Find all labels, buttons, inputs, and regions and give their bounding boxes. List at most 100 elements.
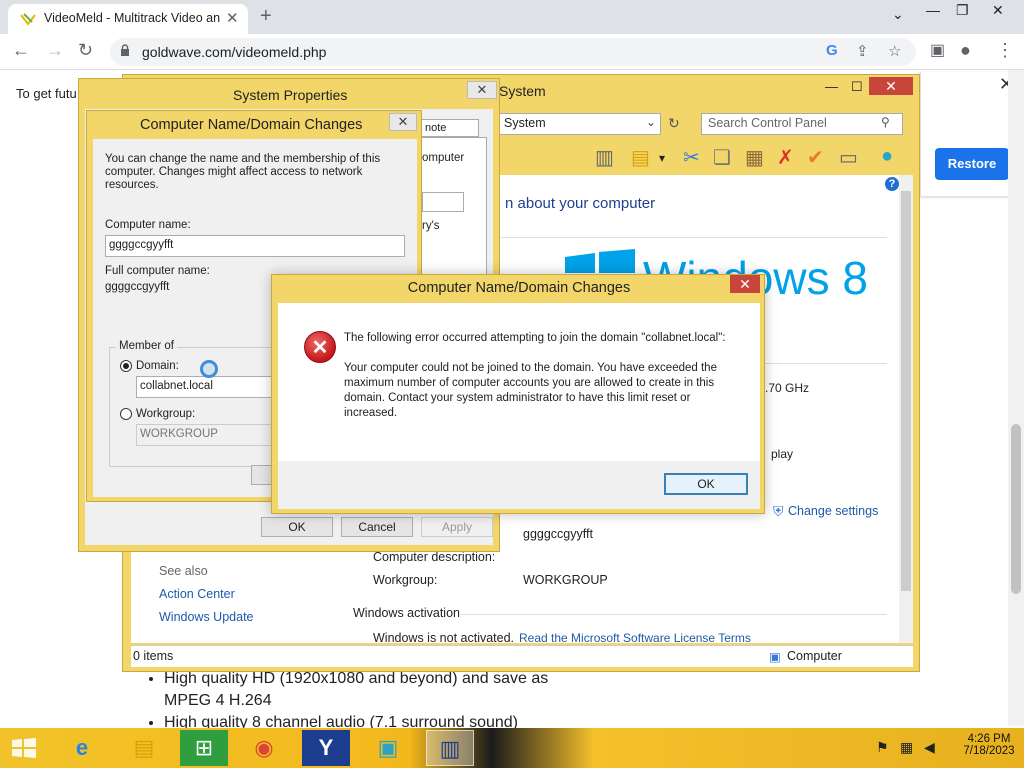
computer-name-field[interactable]: ggggccgyyfft bbox=[105, 235, 405, 257]
page-scrollbar[interactable] bbox=[1008, 70, 1024, 726]
internet-explorer-icon[interactable]: e bbox=[58, 730, 106, 766]
action-center-link[interactable]: Action Center bbox=[159, 587, 235, 601]
restore-button[interactable]: Restore bbox=[935, 148, 1009, 180]
workgroup-radio[interactable] bbox=[120, 408, 132, 420]
computer-icon: ▣ bbox=[769, 650, 781, 664]
tab-strip: VideoMeld - Multitrack Video an ✕ + ⌄ — … bbox=[0, 0, 1024, 34]
close-icon[interactable]: ✕ bbox=[730, 275, 760, 293]
folder-icon[interactable]: ▤ bbox=[631, 145, 650, 170]
see-also-heading: See also bbox=[159, 564, 208, 578]
close-window-icon[interactable]: ✕ bbox=[992, 2, 1004, 19]
bookmark-star-icon[interactable]: ☆ bbox=[888, 42, 901, 60]
full-name-value: ggggccgyyfft bbox=[105, 281, 170, 293]
share-icon[interactable]: ⇪ bbox=[856, 42, 869, 60]
restore-window-icon[interactable]: ❐ bbox=[956, 2, 969, 19]
chevron-down-icon[interactable]: ▾ bbox=[659, 151, 665, 165]
maximize-icon[interactable]: ☐ bbox=[851, 79, 863, 95]
chevron-down-icon[interactable]: ⌄ bbox=[892, 6, 904, 23]
dialog-title: Computer Name/Domain Changes bbox=[407, 280, 631, 296]
flag-icon[interactable]: ⚑ bbox=[876, 739, 889, 756]
close-icon[interactable]: ✕ bbox=[467, 81, 497, 99]
layout-icon[interactable]: ▥ bbox=[595, 145, 614, 170]
domain-field[interactable]: collabnet.local bbox=[136, 376, 286, 398]
dialog-body: ✕ The following error occurred attemptin… bbox=[278, 303, 760, 461]
network-icon[interactable]: ▦ bbox=[900, 739, 913, 756]
scroll-thumb[interactable] bbox=[1011, 424, 1021, 594]
activation-status: Windows is not activated. bbox=[373, 631, 515, 645]
search-icon[interactable]: ⚲ bbox=[881, 115, 890, 129]
lock-icon bbox=[121, 44, 129, 56]
error-icon: ✕ bbox=[304, 331, 336, 363]
computer-name-label: Computer name: bbox=[105, 219, 191, 231]
address-bar[interactable]: goldwave.com/videomeld.php G ⇪ ☆ bbox=[110, 38, 916, 66]
panel-text: omputer bbox=[422, 152, 465, 164]
chrome-icon[interactable]: ◉ bbox=[240, 730, 288, 766]
change-settings-link[interactable]: Change settings bbox=[788, 504, 878, 518]
dialog-title: System Properties bbox=[233, 87, 348, 103]
store-icon[interactable]: ⊞ bbox=[180, 730, 228, 766]
page-heading: n about your computer bbox=[505, 195, 656, 212]
address-breadcrumb[interactable]: System bbox=[499, 113, 661, 135]
minimize-icon[interactable]: — bbox=[926, 2, 940, 18]
item-count: 0 items bbox=[133, 649, 174, 663]
clock[interactable]: 4:26 PM 7/18/2023 bbox=[956, 733, 1022, 757]
globe-icon[interactable]: ● bbox=[881, 145, 893, 168]
status-bar: 0 items ▣ Computer bbox=[131, 645, 913, 667]
close-icon[interactable]: ✕ bbox=[869, 77, 913, 95]
file-explorer-icon[interactable]: ▤ bbox=[120, 730, 168, 766]
apply-button[interactable]: Apply bbox=[421, 517, 493, 537]
profile-avatar-icon[interactable]: ● bbox=[960, 40, 971, 61]
volume-muted-icon[interactable]: ◀ bbox=[924, 739, 935, 756]
error-dialog: Computer Name/Domain Changes ✕ ✕ The fol… bbox=[271, 274, 765, 514]
close-icon[interactable]: ✕ bbox=[389, 113, 417, 131]
reload-icon[interactable]: ↻ bbox=[78, 40, 93, 61]
panel-text: ry's bbox=[422, 220, 440, 232]
delete-icon[interactable]: ✗ bbox=[777, 145, 794, 170]
copy-icon[interactable]: ❏ bbox=[713, 145, 731, 170]
check-icon[interactable]: ✔ bbox=[807, 145, 824, 170]
feature-list: High quality HD (1920x1080 and beyond) a… bbox=[144, 668, 548, 734]
properties-icon[interactable]: ▭ bbox=[839, 145, 858, 170]
tab-remote[interactable]: note bbox=[421, 119, 479, 137]
menu-dots-icon[interactable]: ⋮ bbox=[996, 40, 1014, 61]
workgroup-field[interactable]: WORKGROUP bbox=[136, 424, 286, 446]
license-terms-link[interactable]: Read the Microsoft Software License Term… bbox=[519, 631, 751, 645]
videomeld-icon[interactable]: Y bbox=[302, 730, 350, 766]
system-properties-icon[interactable]: ▥ bbox=[426, 730, 474, 766]
command-bar: ▥ ▤ ▾ ✂ ❏ ▦ ✗ ✔ ▭ ● bbox=[499, 143, 907, 173]
cut-icon[interactable]: ✂ bbox=[683, 145, 700, 170]
ok-button[interactable]: OK bbox=[664, 473, 748, 495]
system-tray: ⚑ ▦ ◀ 4:26 PM 7/18/2023 bbox=[866, 728, 1024, 768]
activation-heading: Windows activation bbox=[353, 606, 460, 620]
content-scrollbar[interactable] bbox=[899, 175, 913, 643]
shield-icon: ⛨ bbox=[773, 503, 784, 519]
domain-radio[interactable] bbox=[120, 360, 132, 372]
paste-icon[interactable]: ▦ bbox=[745, 145, 764, 170]
workgroup-label: Workgroup: bbox=[373, 573, 438, 587]
browser-tab[interactable]: VideoMeld - Multitrack Video an ✕ bbox=[8, 4, 248, 34]
new-tab-icon[interactable]: + bbox=[260, 5, 272, 28]
list-item: High quality HD (1920x1080 and beyond) a… bbox=[164, 668, 548, 712]
control-panel-icon[interactable]: ▣ bbox=[364, 730, 412, 766]
minimize-icon[interactable]: — bbox=[825, 79, 838, 94]
domain-label: Domain: bbox=[136, 360, 179, 372]
full-name-label: Full computer name: bbox=[105, 265, 210, 277]
google-icon[interactable]: G bbox=[826, 42, 838, 59]
scroll-thumb[interactable] bbox=[901, 191, 911, 591]
start-windows-icon[interactable] bbox=[0, 728, 48, 768]
computer-description-label: Computer description: bbox=[373, 550, 496, 564]
side-panel-icon[interactable]: ▣ bbox=[930, 40, 945, 60]
refresh-icon[interactable]: ↻ bbox=[668, 115, 680, 132]
ok-button[interactable]: OK bbox=[261, 517, 333, 537]
back-icon[interactable]: ← bbox=[12, 40, 30, 61]
close-tab-icon[interactable]: ✕ bbox=[226, 9, 239, 27]
window-title: System bbox=[499, 83, 546, 99]
cancel-button[interactable]: Cancel bbox=[341, 517, 413, 537]
panel-field[interactable] bbox=[422, 192, 464, 212]
windows-update-link[interactable]: Windows Update bbox=[159, 610, 254, 624]
search-input[interactable]: Search Control Panel bbox=[701, 113, 903, 135]
chevron-down-icon[interactable]: ⌄ bbox=[646, 115, 656, 129]
error-message: The following error occurred attempting … bbox=[344, 332, 726, 419]
help-icon[interactable]: ? bbox=[885, 177, 899, 191]
forward-icon[interactable]: → bbox=[46, 40, 64, 61]
